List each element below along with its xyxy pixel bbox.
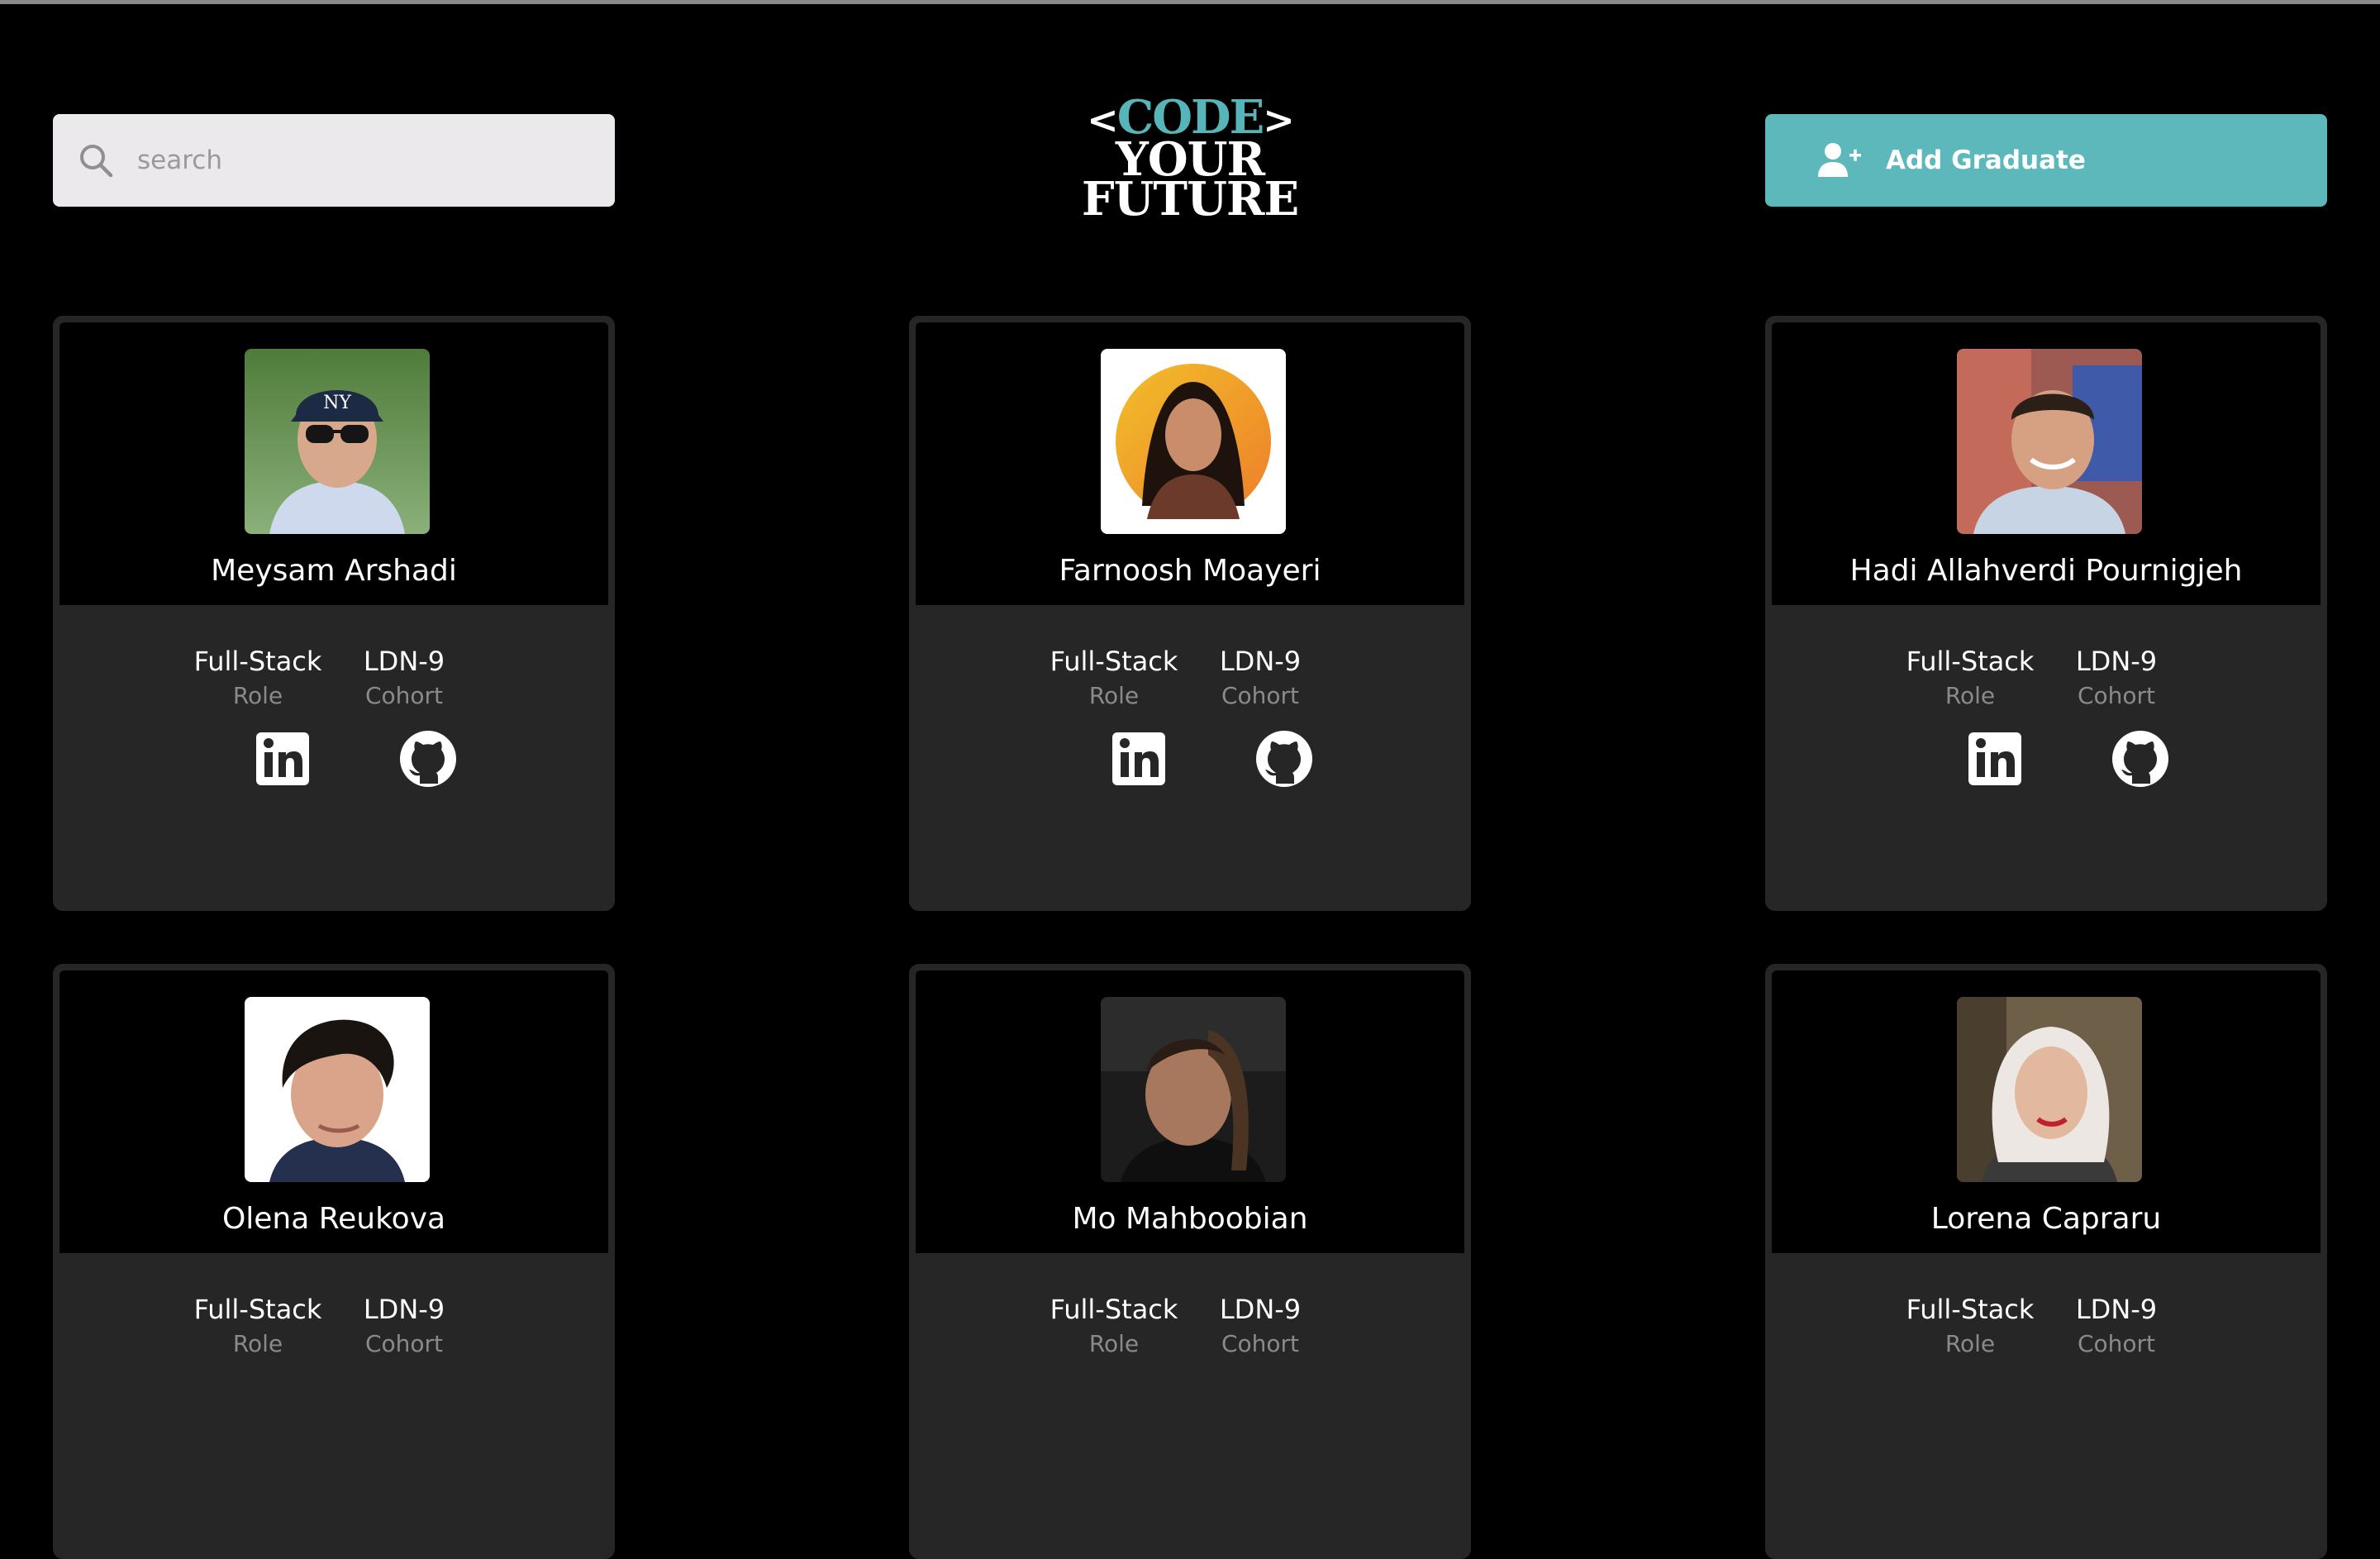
cohort-label: Cohort xyxy=(1221,1330,1300,1357)
role-label: Role xyxy=(1944,1330,1996,1357)
github-icon[interactable] xyxy=(398,729,458,789)
card-header: Lorena Capraru xyxy=(1772,970,2320,1253)
role-value: Full-Stack xyxy=(193,1294,322,1325)
graduate-card[interactable]: Hadi Allahverdi Pournigjeh Full-Stack Ro… xyxy=(1765,316,2327,911)
role-info: Full-Stack Role xyxy=(183,645,332,714)
window-top-border xyxy=(0,0,2380,4)
cohort-label: Cohort xyxy=(2077,682,2156,709)
add-graduate-label: Add Graduate xyxy=(1886,145,2086,175)
svg-text:NY: NY xyxy=(323,393,351,413)
graduate-name: Mo Mahboobian xyxy=(1072,1202,1308,1236)
graduate-card[interactable]: Lorena Capraru Full-Stack Role LDN-9 Coh… xyxy=(1765,964,2327,1559)
graduate-name: Lorena Capraru xyxy=(1930,1202,2162,1236)
role-value: Full-Stack xyxy=(1906,1294,2035,1325)
graduate-card[interactable]: Olena Reukova Full-Stack Role LDN-9 Coho… xyxy=(53,964,615,1559)
cohort-value: LDN-9 xyxy=(2075,1294,2158,1325)
role-label: Role xyxy=(232,682,283,709)
card-header: Hadi Allahverdi Pournigjeh xyxy=(1772,322,2320,605)
cohort-label: Cohort xyxy=(1221,682,1300,709)
role-value: Full-Stack xyxy=(1050,646,1178,677)
graduate-photo xyxy=(1101,349,1286,534)
card-header: Olena Reukova xyxy=(60,970,608,1253)
cohort-info: LDN-9 Cohort xyxy=(2054,1293,2178,1362)
cohort-value: LDN-9 xyxy=(1219,1294,1302,1325)
role-value: Full-Stack xyxy=(1906,646,2035,677)
role-info: Full-Stack Role xyxy=(1040,645,1188,714)
role-label: Role xyxy=(1088,1330,1140,1357)
linkedin-icon[interactable] xyxy=(253,729,312,789)
cohort-label: Cohort xyxy=(364,682,444,709)
cohort-value: LDN-9 xyxy=(1219,646,1302,677)
graduate-photo xyxy=(245,997,430,1182)
role-value: Full-Stack xyxy=(193,646,322,677)
graduate-photo: NY xyxy=(245,349,430,534)
cohort-label: Cohort xyxy=(2077,1330,2156,1357)
role-info: Full-Stack Role xyxy=(1896,645,2044,714)
role-label: Role xyxy=(1088,682,1140,709)
role-info: Full-Stack Role xyxy=(1896,1293,2044,1362)
role-value: Full-Stack xyxy=(1050,1294,1178,1325)
graduate-name: Olena Reukova xyxy=(221,1202,446,1236)
graduate-name: Meysam Arshadi xyxy=(211,554,457,588)
cohort-info: LDN-9 Cohort xyxy=(342,1293,466,1362)
add-user-icon xyxy=(1818,143,1861,177)
search-bar[interactable] xyxy=(53,114,615,207)
cohort-value: LDN-9 xyxy=(2075,646,2158,677)
cohort-info: LDN-9 Cohort xyxy=(1198,1293,1322,1362)
cohort-value: LDN-9 xyxy=(363,646,445,677)
linkedin-icon[interactable] xyxy=(1109,729,1169,789)
logo-line-3: FUTURE xyxy=(1081,172,1299,226)
graduate-card[interactable]: Farnoosh Moayeri Full-Stack Role LDN-9 C… xyxy=(909,316,1471,911)
role-info: Full-Stack Role xyxy=(183,1293,332,1362)
role-info: Full-Stack Role xyxy=(1040,1293,1188,1362)
cohort-label: Cohort xyxy=(364,1330,444,1357)
github-icon[interactable] xyxy=(2111,729,2170,789)
role-label: Role xyxy=(232,1330,283,1357)
graduate-name: Farnoosh Moayeri xyxy=(1059,554,1321,588)
code-your-future-logo: <CODE> YOUR FUTURE xyxy=(1074,94,1306,226)
linkedin-icon[interactable] xyxy=(1965,729,2025,789)
card-header: NY Meysam Arshadi xyxy=(60,322,608,605)
search-icon xyxy=(80,145,113,178)
add-graduate-button[interactable]: Add Graduate xyxy=(1765,114,2327,207)
card-header: Farnoosh Moayeri xyxy=(916,322,1464,605)
graduate-photo xyxy=(1101,997,1286,1182)
graduate-photo xyxy=(1957,349,2142,534)
card-header: Mo Mahboobian xyxy=(916,970,1464,1253)
graduate-photo xyxy=(1957,997,2142,1182)
cohort-info: LDN-9 Cohort xyxy=(1198,645,1322,714)
github-icon[interactable] xyxy=(1254,729,1314,789)
graduate-name: Hadi Allahverdi Pournigjeh xyxy=(1849,554,2243,588)
graduate-card[interactable]: NY Meysam Arshadi Full-Stack Role LDN-9 … xyxy=(53,316,615,911)
search-input[interactable] xyxy=(136,135,602,186)
cohort-info: LDN-9 Cohort xyxy=(2054,645,2178,714)
role-label: Role xyxy=(1944,682,1996,709)
cohort-value: LDN-9 xyxy=(363,1294,445,1325)
cohort-info: LDN-9 Cohort xyxy=(342,645,466,714)
graduate-card[interactable]: Mo Mahboobian Full-Stack Role LDN-9 Coho… xyxy=(909,964,1471,1559)
